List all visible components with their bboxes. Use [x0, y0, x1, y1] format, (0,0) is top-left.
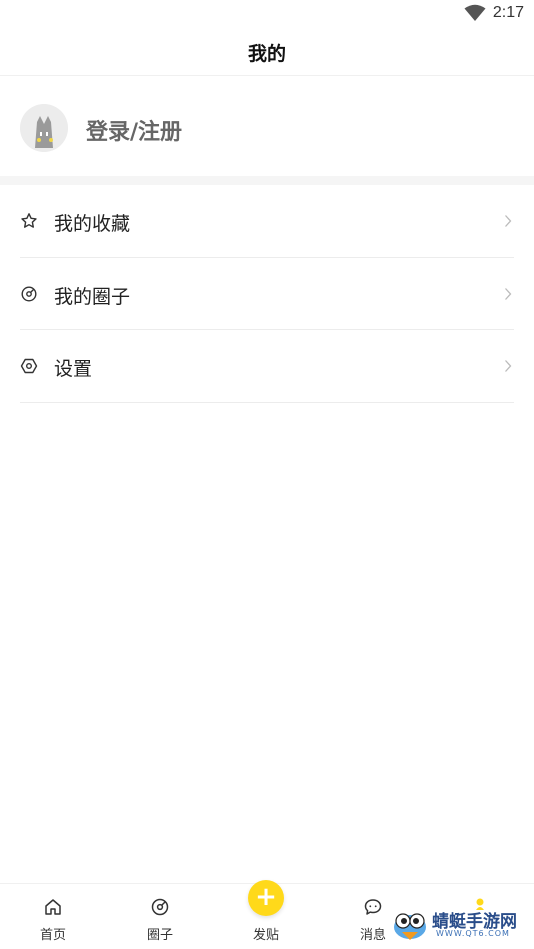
- menu-item-label: 我的圈子: [54, 285, 131, 308]
- tab-label: 发贴: [252, 928, 279, 943]
- menu-item-label: 设置: [54, 358, 93, 380]
- home-icon: [45, 899, 61, 915]
- settings-icon: [20, 358, 38, 374]
- chevron-right-icon: [505, 215, 512, 227]
- chat-icon: [364, 899, 382, 915]
- login-register-link[interactable]: 登录/注册: [86, 114, 182, 146]
- chevron-right-icon: [505, 360, 512, 372]
- section-divider: [0, 176, 534, 185]
- menu-item-label: 我的收藏: [54, 213, 131, 235]
- menu-item-settings[interactable]: 设置: [20, 330, 514, 403]
- tab-post[interactable]: + 发贴: [213, 880, 319, 949]
- default-avatar-icon: [20, 104, 68, 152]
- header: 我的: [0, 28, 534, 76]
- menu-item-my-circles[interactable]: 我的圈子: [20, 258, 514, 330]
- tab-label: 圈子: [146, 928, 173, 943]
- screen: 2:17 我的 登录/注册 我的收藏 我的圈子 设置 首页 圈子 + 发贴 消息…: [0, 0, 534, 949]
- watermark: 蜻蜓手游网 WWW.QT6.COM: [388, 905, 528, 945]
- chevron-right-icon: [505, 287, 512, 300]
- dragonfly-logo-icon: [394, 913, 426, 940]
- page-title: 我的: [247, 43, 286, 65]
- status-bar: 2:17: [0, 0, 534, 28]
- circle-icon: [21, 285, 37, 302]
- menu-item-favorites[interactable]: 我的收藏: [20, 185, 514, 258]
- status-time: 2:17: [492, 4, 524, 21]
- menu-list: 我的收藏 我的圈子 设置: [0, 185, 534, 403]
- tab-home[interactable]: 首页: [0, 884, 106, 949]
- watermark-url: WWW.QT6.COM: [436, 929, 510, 938]
- post-button[interactable]: +: [248, 880, 284, 916]
- circle-icon: [151, 898, 169, 916]
- profile-section[interactable]: 登录/注册: [0, 77, 534, 177]
- avatar[interactable]: [20, 104, 68, 152]
- plus-icon: +: [255, 882, 277, 912]
- tab-circles[interactable]: 圈子: [107, 884, 213, 949]
- tab-label: 首页: [39, 928, 66, 943]
- star-icon: [21, 213, 37, 228]
- wifi-icon: [464, 4, 486, 21]
